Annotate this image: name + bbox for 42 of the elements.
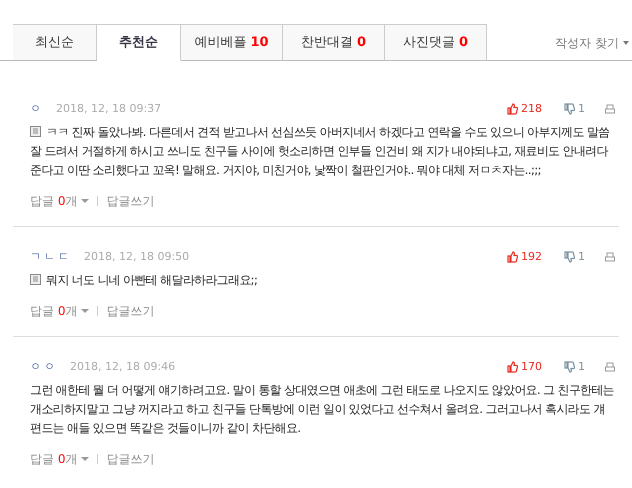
caret-icon: [81, 457, 90, 461]
sort-tab[interactable]: 예비베플 10: [181, 24, 283, 61]
thumbs-up-icon[interactable]: [507, 251, 518, 263]
sort-tab[interactable]: 추천순: [97, 24, 181, 61]
thumbs-up-icon[interactable]: [507, 361, 518, 373]
sort-tab[interactable]: 사진댓글 0: [385, 24, 487, 61]
author-name: ㄱㄴㄷ: [30, 248, 72, 265]
reply-count-toggle[interactable]: 답글 0개: [30, 302, 90, 320]
thumbs-down-icon[interactable]: [564, 251, 575, 263]
comment-date: 2018, 12, 18 09:37: [56, 100, 162, 117]
author-name: ㅇㅇ: [30, 358, 58, 375]
dislike-count: 1: [578, 358, 585, 375]
caret-icon: [81, 199, 90, 203]
comment-text: 뭐지 너도 니네 아빤테 해달라하라그래요;;: [30, 271, 615, 290]
memo-icon: [30, 274, 41, 285]
thumbs-down-icon[interactable]: [564, 103, 575, 115]
printer-icon[interactable]: [605, 252, 615, 262]
write-reply-link[interactable]: 답글쓰기: [106, 302, 154, 320]
like-count: 192: [521, 248, 542, 265]
dislike-count: 1: [578, 248, 585, 265]
comment-date: 2018, 12, 18 09:46: [70, 358, 176, 375]
author-search-dropdown[interactable]: 작성자 찾기: [555, 34, 629, 52]
comment-text: ㅋㅋ 진짜 돌았나봐. 다른데서 견적 받고나서 선심쓰듯 아버지네서 하겠다고 연락올 수도 있으니 아부지께도 말씀 잘 드려서 거절하게 하시고 쓰니도 친구들 사이에 헛소리하면 인부들 인건비 왜 지가 내야되냐고, 재료비도 안내려다 준다고 이딴 소리했다고 꼬옥! 말해요. 거지야, 미친거야, 낯짝이 철판인거야.. 뭐야 대체 저ㅁㅊ자는..;;;: [30, 124, 610, 179]
author-name: ㅇ: [30, 100, 44, 117]
sort-tab[interactable]: 찬반대결 0: [283, 24, 385, 61]
printer-icon[interactable]: [605, 362, 615, 372]
write-reply-link[interactable]: 답글쓰기: [106, 192, 154, 210]
reply-count-toggle[interactable]: 답글 0개: [30, 192, 90, 210]
reply-count-toggle[interactable]: 답글 0개: [30, 450, 90, 468]
like-count: 218: [521, 100, 542, 117]
comment-text: 그런 애한테 뭘 더 어떻게 얘기하려고요. 말이 통할 상대였으면 애초에 그런 태도로 나오지도 않았어요. 그 친구한테는 개소리하지말고 그냥 꺼지라고 하고 친구들 단톡방에 이런 일이 있었다고 선수쳐서 올려요. 그러고나서 혹시라도 걔 편드는 애들 있으면 똑같은 것들이니까 같이 차단해요.: [30, 382, 615, 437]
printer-icon[interactable]: [605, 104, 615, 114]
caret-icon: [81, 309, 90, 313]
dislike-count: 1: [578, 100, 585, 117]
thumbs-down-icon[interactable]: [564, 361, 575, 373]
like-count: 170: [521, 358, 542, 375]
memo-icon: [30, 126, 41, 137]
caret-icon: [623, 41, 629, 45]
thumbs-up-icon[interactable]: [507, 103, 518, 115]
write-reply-link[interactable]: 답글쓰기: [106, 450, 154, 468]
sort-tab[interactable]: 최신순: [13, 24, 97, 61]
comment-date: 2018, 12, 18 09:50: [84, 248, 190, 265]
